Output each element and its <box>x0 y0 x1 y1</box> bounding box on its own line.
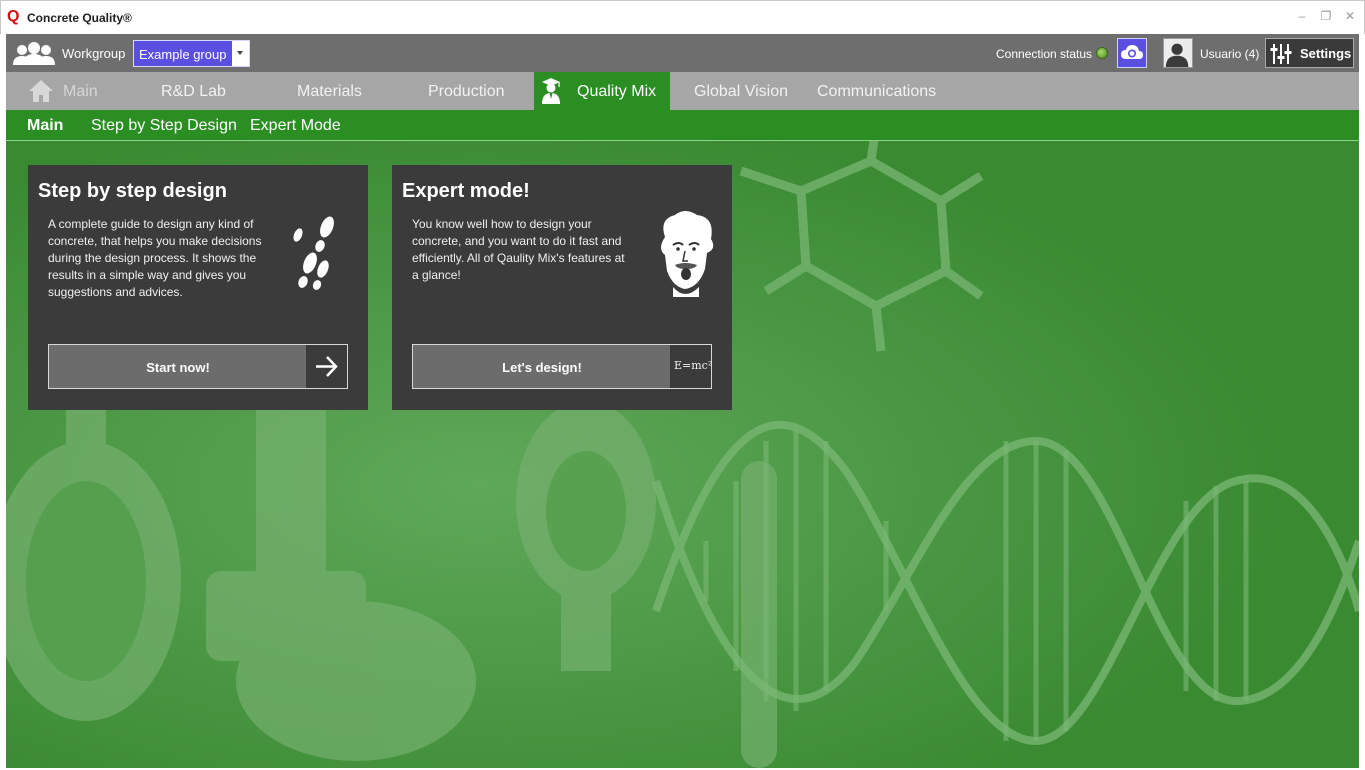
formula-icon-text: E=mc² <box>674 359 713 372</box>
workgroup-select-value: Example group <box>139 47 227 62</box>
close-button[interactable]: ✕ <box>1344 10 1356 22</box>
tab-rd-lab[interactable]: R&D Lab <box>161 72 226 110</box>
workgroup-select[interactable]: Example group <box>133 40 250 67</box>
window-titlebar: Q Concrete Quality® – ❐ ✕ <box>0 0 1365 34</box>
tab-rd-lab-label: R&D Lab <box>161 83 226 100</box>
card-title: Expert mode! <box>402 180 530 202</box>
subtab-step-by-step-design[interactable]: Step by Step Design <box>91 117 237 135</box>
sliders-icon <box>1270 44 1292 64</box>
graduate-icon <box>542 78 560 104</box>
step-by-step-card: Step by step design A complete guide to … <box>28 165 368 410</box>
footprints-icon <box>293 216 334 290</box>
card-description: A complete guide to design any kind of c… <box>48 217 262 299</box>
status-led-icon <box>1096 47 1108 59</box>
tab-quality-mix-label: Quality Mix <box>577 83 657 100</box>
sub-tabs: Main Step by Step Design Expert Mode <box>6 110 1359 141</box>
tab-materials[interactable]: Materials <box>297 72 362 110</box>
chevron-down-icon[interactable] <box>232 41 249 66</box>
lets-design-button[interactable]: Let's design! E=mc² <box>412 344 712 389</box>
formula-icon: E=mc² <box>670 345 713 388</box>
tab-main-label: Main <box>63 83 98 100</box>
connection-status-label: Connection status <box>996 47 1093 61</box>
minimize-button[interactable]: – <box>1296 10 1308 22</box>
app-title: Concrete Quality® <box>27 11 132 25</box>
workgroup-label: Workgroup <box>62 46 126 61</box>
arrow-right-icon <box>306 345 347 388</box>
tab-production-label: Production <box>428 83 505 100</box>
tab-materials-label: Materials <box>297 83 362 100</box>
card-description: You know well how to design your concret… <box>412 217 625 282</box>
settings-button[interactable]: Settings <box>1265 38 1354 68</box>
main-tabs: Main R&D Lab Materials Production Qualit… <box>6 72 1359 110</box>
top-bar: Workgroup Example group Connection statu… <box>6 34 1359 72</box>
subtab-expert-mode[interactable]: Expert Mode <box>250 117 341 135</box>
lets-design-label: Let's design! <box>502 360 582 375</box>
content-area: Step by step design A complete guide to … <box>6 141 1359 768</box>
card-title: Step by step design <box>38 180 227 202</box>
start-now-button[interactable]: Start now! <box>48 344 348 389</box>
tab-global-vision-label: Global Vision <box>694 83 788 100</box>
tab-production[interactable]: Production <box>428 72 505 110</box>
start-now-label: Start now! <box>146 360 210 375</box>
users-icon[interactable] <box>12 41 56 65</box>
app-logo: Q <box>7 8 20 25</box>
user-label[interactable]: Usuario (4) <box>1200 47 1259 61</box>
app-frame: Workgroup Example group Connection statu… <box>6 34 1359 768</box>
home-icon <box>29 80 53 102</box>
tab-communications[interactable]: Communications <box>817 72 936 110</box>
subtab-main[interactable]: Main <box>27 117 63 135</box>
tab-quality-mix[interactable]: Quality Mix <box>534 72 670 110</box>
settings-label: Settings <box>1300 46 1352 61</box>
tab-communications-label: Communications <box>817 83 937 100</box>
avatar-icon[interactable] <box>1163 38 1193 68</box>
restore-button[interactable]: ❐ <box>1320 10 1332 22</box>
expert-mode-card: Expert mode! You know well how to design… <box>392 165 732 410</box>
cloud-sync-button[interactable] <box>1117 38 1147 68</box>
tab-global-vision[interactable]: Global Vision <box>694 72 788 110</box>
tab-main[interactable]: Main <box>6 72 126 110</box>
cloud-sync-icon <box>1121 45 1143 59</box>
scientist-icon <box>661 211 714 297</box>
window-controls: – ❐ ✕ <box>1296 10 1356 22</box>
